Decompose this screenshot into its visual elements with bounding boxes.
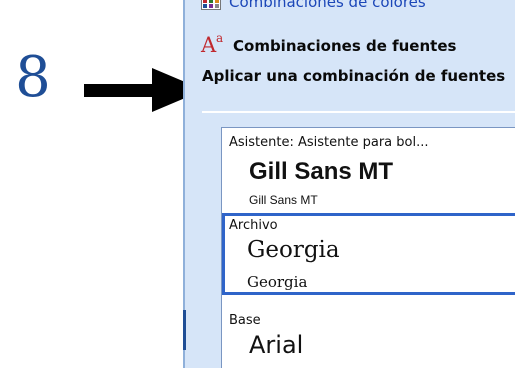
font-scheme-item-selected[interactable]: Archivo Georgia Georgia xyxy=(222,213,515,295)
section-title: Aplicar una combinación de fuentes xyxy=(202,67,506,85)
font-schemes-link[interactable]: Aa Combinaciones de fuentes xyxy=(201,31,457,58)
font-scheme-category: Archivo xyxy=(229,218,278,233)
font-scheme-minor-font: Georgia xyxy=(247,273,308,291)
font-scheme-major-font: Gill Sans MT xyxy=(249,158,394,185)
color-schemes-link[interactable]: Combinaciones de colores xyxy=(201,0,426,14)
task-pane: Combinaciones de colores Aa Combinacione… xyxy=(183,0,515,368)
task-pane-edge-marker xyxy=(183,310,186,350)
font-scheme-item[interactable]: Base Arial xyxy=(222,308,515,368)
color-scheme-icon xyxy=(201,0,221,10)
font-schemes-label: Combinaciones de fuentes xyxy=(233,37,457,55)
font-scheme-category: Base xyxy=(229,313,261,328)
section-divider xyxy=(202,111,515,113)
font-scheme-item[interactable]: Asistente: Asistente para bol... Gill Sa… xyxy=(222,128,515,212)
color-schemes-label: Combinaciones de colores xyxy=(229,0,426,11)
font-scheme-major-font: Arial xyxy=(249,331,304,359)
font-scheme-list[interactable]: Asistente: Asistente para bol... Gill Sa… xyxy=(221,127,515,368)
step-number: 8 xyxy=(15,45,51,110)
font-scheme-icon: Aa xyxy=(201,31,224,57)
font-scheme-major-font: Georgia xyxy=(247,237,340,263)
font-scheme-minor-font: Gill Sans MT xyxy=(249,193,318,207)
font-scheme-category: Asistente: Asistente para bol... xyxy=(229,135,429,150)
